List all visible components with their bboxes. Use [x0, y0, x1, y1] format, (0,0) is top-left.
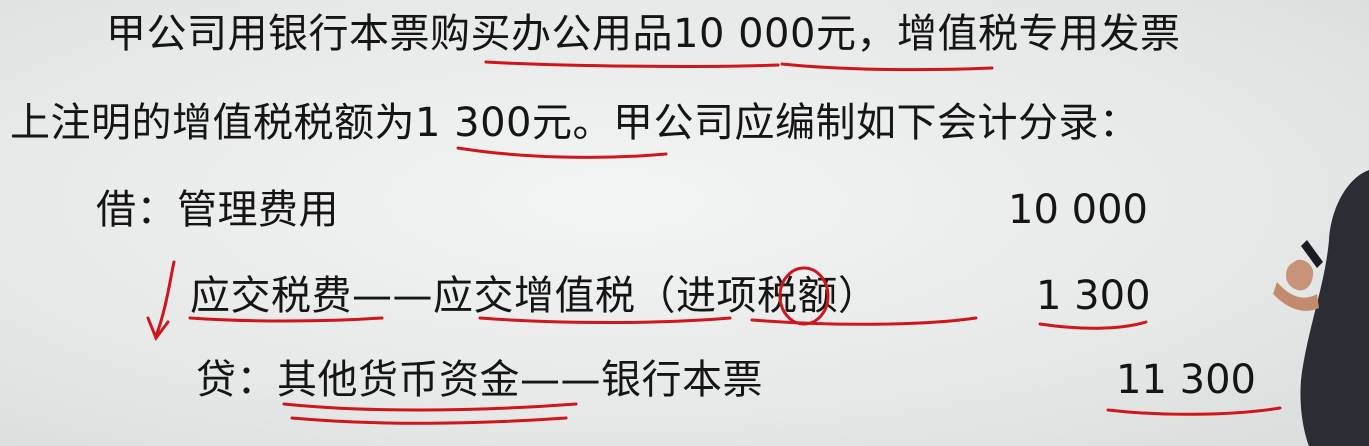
entry-credit-label: 贷：其他货币资金——银行本票: [196, 357, 763, 403]
entry-debit-amount: 10 000: [1008, 187, 1148, 233]
entry-tax-amount: 1 300: [1036, 273, 1151, 319]
paragraph-line-2: 上注明的增值税税额为1 300元。甲公司应编制如下会计分录：: [10, 100, 1140, 146]
entry-credit-amount: 11 300: [1116, 357, 1256, 403]
entry-tax-label: 应交税费——应交增值税（进项税额）: [190, 273, 879, 319]
entry-debit-label: 借：管理费用: [96, 187, 339, 233]
presenter-figure: [1273, 170, 1369, 446]
paragraph-line-1: 甲公司用银行本票购买办公用品10 000元，增值税专用发票: [106, 11, 1181, 57]
